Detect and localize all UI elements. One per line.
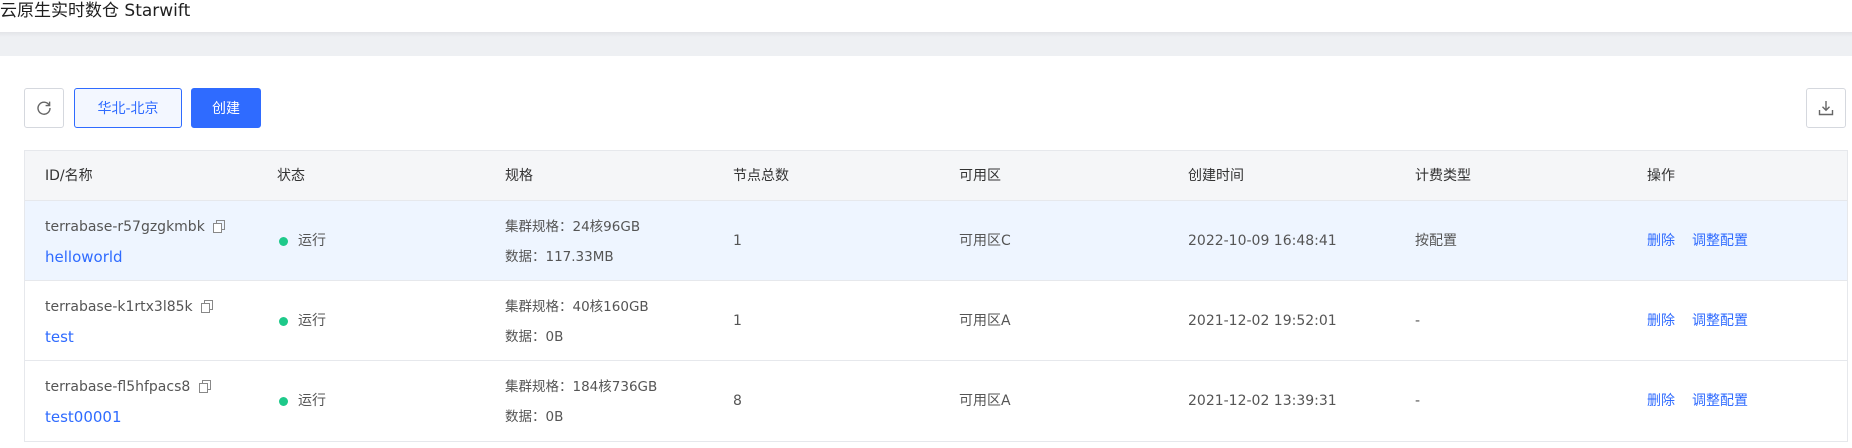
availability-zone: 可用区A [959,313,1011,329]
spec-data: 数据：117.33MB [505,249,614,265]
billing-type: - [1415,393,1421,409]
spec-data: 数据：0B [505,409,564,425]
cluster-id-cell: terrabase-fl5hfpacs8 [45,377,211,397]
spec-cluster: 集群规格：184核736GB [505,379,658,395]
delete-button[interactable]: 删除 [1647,311,1675,331]
availability-zone: 可用区A [959,393,1011,409]
header-divider-band [0,32,1852,56]
spec-cluster: 集群规格：40核160GB [505,299,649,315]
cluster-table: ID/名称 状态 规格 节点总数 可用区 创建时间 计费类型 操作 terrab… [24,150,1848,442]
cluster-name-link[interactable]: helloworld [45,247,123,267]
created-time: 2022-10-09 16:48:41 [1188,233,1337,249]
adjust-config-button[interactable]: 调整配置 [1692,311,1748,331]
app-title: 云原生实时数仓 Starwift [0,1,191,21]
status-running-dot-icon [279,236,288,246]
status-cell: 运行 [279,311,326,331]
column-header-nodes: 节点总数 [733,168,789,184]
column-header-zone: 可用区 [959,168,1001,184]
billing-type: 按配置 [1415,233,1457,249]
refresh-icon [35,99,53,117]
status-running-dot-icon [279,396,288,406]
table-header: ID/名称 状态 规格 节点总数 可用区 创建时间 计费类型 操作 [25,151,1847,201]
column-header-created: 创建时间 [1188,168,1244,184]
adjust-config-button[interactable]: 调整配置 [1692,391,1748,411]
cluster-id: terrabase-k1rtx3l85k [45,299,193,315]
refresh-button[interactable] [24,88,64,128]
download-button[interactable] [1806,88,1846,128]
delete-button[interactable]: 删除 [1647,391,1675,411]
status-text: 运行 [298,233,326,249]
node-count: 8 [733,393,742,409]
column-header-status: 状态 [277,168,305,184]
node-count: 1 [733,233,742,249]
spec-data: 数据：0B [505,329,564,345]
cluster-name-link[interactable]: test00001 [45,407,122,427]
cluster-name-link[interactable]: test [45,327,74,347]
status-text: 运行 [298,313,326,329]
created-time: 2021-12-02 19:52:01 [1188,313,1337,329]
column-header-billing: 计费类型 [1415,168,1471,184]
availability-zone: 可用区C [959,233,1011,249]
billing-type: - [1415,313,1421,329]
cluster-id-cell: terrabase-k1rtx3l85k [45,297,214,319]
node-count: 1 [733,313,742,329]
status-cell: 运行 [279,391,326,411]
delete-button[interactable]: 删除 [1647,231,1675,251]
adjust-config-button[interactable]: 调整配置 [1692,231,1748,251]
copy-icon[interactable] [201,299,214,319]
column-header-spec: 规格 [505,168,533,184]
create-button[interactable]: 创建 [191,88,261,128]
region-selector-button[interactable]: 华北-北京 [74,88,182,128]
column-header-id-name: ID/名称 [45,168,93,184]
download-icon [1817,99,1835,117]
table-row: terrabase-k1rtx3l85k test 运行 集群规格：40核160… [25,281,1847,361]
copy-icon[interactable] [213,219,226,239]
cluster-id-cell: terrabase-r57gzgkmbk [45,217,226,239]
copy-icon[interactable] [198,379,211,399]
status-running-dot-icon [279,316,288,326]
cluster-id: terrabase-r57gzgkmbk [45,219,205,235]
spec-cluster: 集群规格：24核96GB [505,219,641,235]
cluster-id: terrabase-fl5hfpacs8 [45,379,191,395]
status-cell: 运行 [279,231,326,251]
column-header-actions: 操作 [1647,168,1675,184]
table-row: terrabase-r57gzgkmbk helloworld 运行 集群规格：… [25,201,1847,281]
status-text: 运行 [298,393,326,409]
table-row: terrabase-fl5hfpacs8 test00001 运行 集群规格：1… [25,361,1847,443]
created-time: 2021-12-02 13:39:31 [1188,393,1337,409]
